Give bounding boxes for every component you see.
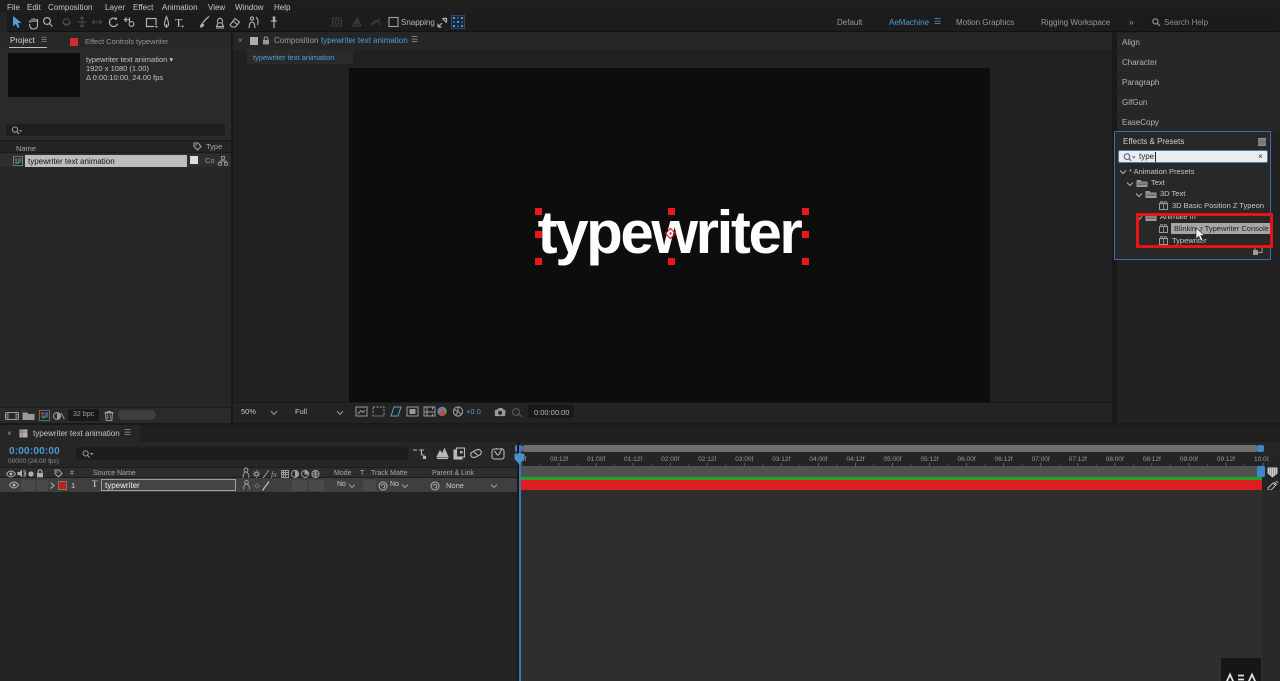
svg-text:05:00f: 05:00f <box>883 456 901 463</box>
svg-text:02:12f: 02:12f <box>698 456 716 463</box>
svg-text:02:00f: 02:00f <box>661 456 679 463</box>
svg-text:T: T <box>175 16 183 30</box>
svg-text:01:00f: 01:00f <box>587 456 605 463</box>
svg-text:05:12f: 05:12f <box>920 456 938 463</box>
svg-text:01:12f: 01:12f <box>624 456 642 463</box>
svg-text:09:00f: 09:00f <box>1180 456 1198 463</box>
svg-text:06:00f: 06:00f <box>958 456 976 463</box>
svg-text:04:00f: 04:00f <box>809 456 827 463</box>
svg-text:07:00f: 07:00f <box>1032 456 1050 463</box>
svg-text:07:12f: 07:12f <box>1069 456 1087 463</box>
svg-text:10:00f: 10:00f <box>1254 456 1269 463</box>
svg-text:08:00f: 08:00f <box>1106 456 1124 463</box>
svg-text:09:12f: 09:12f <box>1217 456 1235 463</box>
svg-text:00:12f: 00:12f <box>550 456 568 463</box>
svg-text:03:00f: 03:00f <box>735 456 753 463</box>
svg-text:03:12f: 03:12f <box>772 456 790 463</box>
svg-text:08:12f: 08:12f <box>1143 456 1161 463</box>
svg-text:06:12f: 06:12f <box>995 456 1013 463</box>
svg-text:04:12f: 04:12f <box>846 456 864 463</box>
